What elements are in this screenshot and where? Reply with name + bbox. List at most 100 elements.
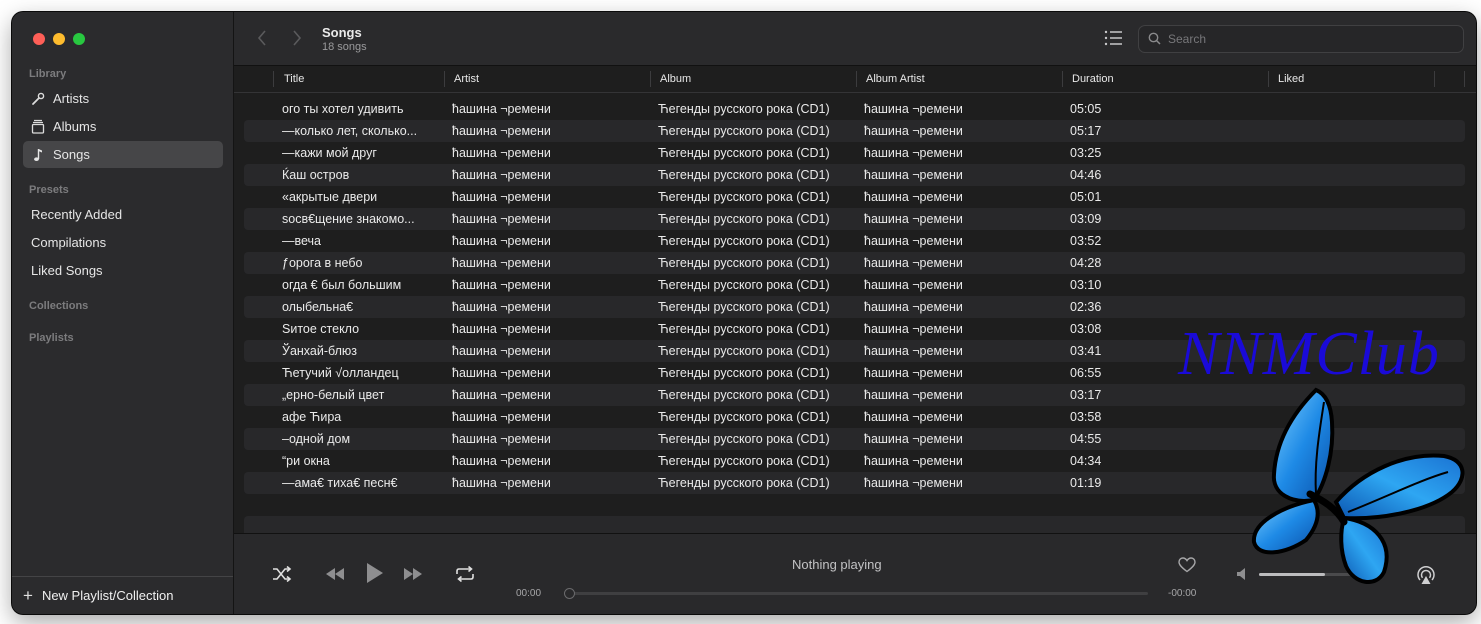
albums-icon [23, 119, 53, 134]
progress-knob[interactable] [564, 588, 575, 599]
like-button[interactable] [1177, 555, 1197, 575]
cell-duration: 04:34 [1070, 454, 1102, 468]
cell-duration: 04:55 [1070, 432, 1102, 446]
cell-album: Ћегенды русского рока (CD1) [658, 102, 830, 116]
search-field[interactable] [1138, 25, 1464, 53]
cell-album-artist: ћашина ¬ремени [864, 454, 963, 468]
cell-title: „ерно-белый цвет [282, 388, 385, 402]
cell-artist: ћашина ¬ремени [452, 190, 551, 204]
cell-album: Ћегенды русского рока (CD1) [658, 256, 830, 270]
cell-artist: ћашина ¬ремени [452, 146, 551, 160]
column-header-title[interactable]: Title [284, 66, 304, 92]
repeat-icon [456, 566, 474, 582]
play-button[interactable] [364, 562, 386, 584]
table-row[interactable]: огда € был большим ћашина ¬ремени Ћегенды … [244, 274, 1465, 296]
progress-bar[interactable] [564, 592, 1148, 595]
cell-album-artist: ћашина ¬ремени [864, 124, 963, 138]
sidebar-item-label: Artists [53, 91, 90, 106]
play-icon [367, 563, 383, 583]
cell-artist: ћашина ¬ремени [452, 366, 551, 380]
column-divider [856, 71, 857, 87]
cell-artist: ћашина ¬ремени [452, 322, 551, 336]
music-note-icon [23, 148, 53, 162]
close-window-button[interactable] [33, 33, 45, 45]
cell-title: Sитое стекло [282, 322, 360, 336]
cell-liked [1276, 208, 1436, 230]
sidebar-item-songs[interactable]: Songs [23, 141, 223, 168]
list-icon [1104, 30, 1122, 46]
table-row[interactable]: ƒорога в небо ћашина ¬ремени Ћегенды русск… [244, 252, 1465, 274]
cell-album: Ћегенды русского рока (CD1) [658, 388, 830, 402]
fast-forward-icon [404, 568, 422, 580]
table-row[interactable]: —веча ћашина ¬ремени Ћегенды русского рока… [244, 230, 1465, 252]
rewind-icon [326, 568, 344, 580]
song-count: 18 songs [322, 41, 367, 53]
cell-liked [1276, 296, 1436, 318]
sidebar-item-label: Albums [53, 119, 97, 134]
cell-duration: 05:05 [1070, 102, 1102, 116]
column-header-album-artist[interactable]: Album Artist [866, 66, 925, 92]
table-row[interactable]: sосв€щение знакомо... ћашина ¬ремени Ћеген… [244, 208, 1465, 230]
column-header-duration[interactable]: Duration [1072, 66, 1114, 92]
cell-title: ого ты хотел удивить [282, 102, 404, 116]
sidebar-item-compilations[interactable]: Compilations [23, 229, 231, 256]
cell-album-artist: ћашина ¬ремени [864, 256, 963, 270]
cell-title: sосв€щение знакомо... [282, 212, 415, 226]
forward-button[interactable] [288, 29, 306, 47]
cell-duration: 02:36 [1070, 300, 1102, 314]
sidebar-item-albums[interactable]: Albums [23, 113, 223, 140]
sidebar-item-liked-songs[interactable]: Liked Songs [23, 257, 231, 284]
cell-title: Ћетучий √олландец [282, 366, 399, 380]
cell-title: —веча [282, 234, 322, 248]
section-label-library: Library [29, 68, 67, 80]
table-header: Title Artist Album Album Artist Duration… [234, 66, 1476, 93]
cell-album: Ћегенды русского рока (CD1) [658, 124, 830, 138]
column-header-liked[interactable]: Liked [1278, 66, 1304, 92]
column-divider [1434, 71, 1435, 87]
column-header-artist[interactable]: Artist [454, 66, 479, 92]
repeat-button[interactable] [454, 563, 476, 585]
cell-duration: 04:28 [1070, 256, 1102, 270]
cell-duration: 03:10 [1070, 278, 1102, 292]
cell-album-artist: ћашина ¬ремени [864, 168, 963, 182]
new-playlist-button[interactable]: + New Playlist/Collection [12, 576, 233, 614]
microphone-icon [23, 92, 53, 106]
cell-album-artist: ћашина ¬ремени [864, 234, 963, 248]
next-button[interactable] [402, 565, 424, 583]
table-row[interactable]: олыбельна€ ћашина ¬ремени Ћегенды русского… [244, 296, 1465, 318]
table-row[interactable]: ого ты хотел удивить ћашина ¬ремени Ћегенд… [244, 98, 1465, 120]
sidebar-item-artists[interactable]: Artists [23, 85, 223, 112]
cell-artist: ћашина ¬ремени [452, 476, 551, 490]
shuffle-button[interactable] [271, 563, 293, 585]
list-view-button[interactable] [1104, 29, 1124, 47]
cell-artist: ћашина ¬ремени [452, 454, 551, 468]
table-row[interactable]: —колько лет, сколько... ћашина ¬ремени Ћег… [244, 120, 1465, 142]
sidebar-item-recently-added[interactable]: Recently Added [23, 201, 231, 228]
cell-album: Ћегенды русского рока (CD1) [658, 234, 830, 248]
now-playing-label: Nothing playing [792, 557, 882, 572]
cell-title: ƒорога в небо [282, 256, 363, 270]
column-divider [1268, 71, 1269, 87]
table-row[interactable]: Ќаш остров ћашина ¬ремени Ћегенды русского… [244, 164, 1465, 186]
cell-artist: ћашина ¬ремени [452, 234, 551, 248]
cell-album: Ћегенды русского рока (CD1) [658, 410, 830, 424]
cell-duration: 03:09 [1070, 212, 1102, 226]
cell-duration: 03:52 [1070, 234, 1102, 248]
previous-button[interactable] [324, 565, 346, 583]
minimize-window-button[interactable] [53, 33, 65, 45]
table-row[interactable]: «акрытые двери ћашина ¬ремени Ћегенды русс… [244, 186, 1465, 208]
column-divider [650, 71, 651, 87]
search-input[interactable] [1168, 29, 1448, 49]
cell-title: олыбельна€ [282, 300, 354, 314]
table-row[interactable]: —кажи мой друг ћашина ¬ремени Ћегенды русс… [244, 142, 1465, 164]
cell-artist: ћашина ¬ремени [452, 278, 551, 292]
cell-title: —колько лет, сколько... [282, 124, 418, 138]
cell-album-artist: ћашина ¬ремени [864, 146, 963, 160]
cell-album-artist: ћашина ¬ремени [864, 212, 963, 226]
back-button[interactable] [253, 29, 271, 47]
cell-artist: ћашина ¬ремени [452, 168, 551, 182]
zoom-window-button[interactable] [73, 33, 85, 45]
cell-album-artist: ћашина ¬ремени [864, 300, 963, 314]
cell-liked [1276, 252, 1436, 274]
column-header-album[interactable]: Album [660, 66, 691, 92]
